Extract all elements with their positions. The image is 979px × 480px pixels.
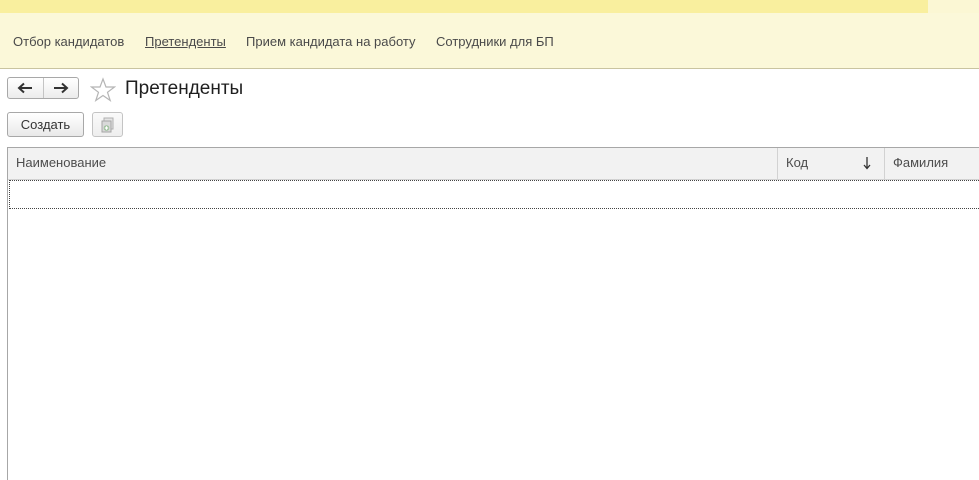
table-header: Наименование Код Фамилия	[8, 148, 979, 180]
column-header-surname[interactable]: Фамилия	[885, 148, 979, 179]
section-panel: Отбор кандидатов Претенденты Прием канди…	[0, 13, 979, 69]
section-link-applicants[interactable]: Претенденты	[145, 34, 226, 49]
copy-document-icon	[101, 117, 113, 132]
section-link-candidate-selection[interactable]: Отбор кандидатов	[13, 34, 124, 49]
section-link-hire-candidate[interactable]: Прием кандидата на работу	[246, 34, 416, 49]
section-link-employees-bp[interactable]: Сотрудники для БП	[436, 34, 554, 49]
sort-descending-icon	[863, 157, 871, 170]
copy-button[interactable]	[92, 112, 123, 137]
column-header-name[interactable]: Наименование	[8, 148, 777, 179]
history-nav	[7, 77, 79, 99]
create-button[interactable]: Создать	[7, 112, 84, 137]
top-strip	[0, 0, 928, 13]
star-icon[interactable]	[90, 77, 116, 103]
arrow-right-icon	[53, 82, 69, 94]
back-button[interactable]	[8, 78, 43, 98]
top-strip-corner	[928, 0, 979, 13]
arrow-left-icon	[17, 82, 33, 94]
applicants-table: Наименование Код Фамилия	[7, 147, 979, 480]
table-row[interactable]	[9, 180, 979, 209]
page-title: Претенденты	[125, 78, 244, 99]
forward-button[interactable]	[42, 78, 79, 98]
